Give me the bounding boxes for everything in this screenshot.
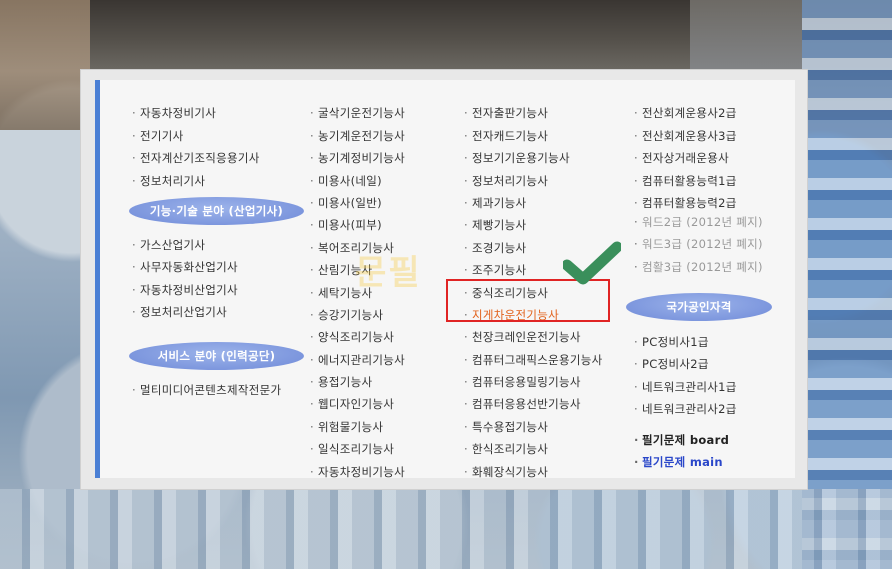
list-item[interactable]: · 전산회계운용사2급 — [634, 102, 737, 124]
list-item[interactable]: · 정보처리산업기사 — [132, 301, 238, 323]
list-item[interactable]: · 양식조리기능사 — [310, 326, 405, 348]
list-item[interactable]: · PC정비사1급 — [634, 331, 737, 353]
list-item[interactable]: · 미용사(네일) — [310, 170, 405, 192]
list-item[interactable]: · 제빵기능사 — [464, 214, 603, 236]
link-main[interactable]: · 필기문제 main — [634, 451, 729, 473]
list-item[interactable]: · PC정비사2급 — [634, 353, 737, 375]
list-item[interactable]: · 멀티미디어콘텐츠제작전문가 — [132, 379, 281, 401]
column-1-mid: · 가스산업기사 · 사무자동화산업기사 · 자동차정비산업기사 · 정보처리산업기사 — [132, 234, 238, 324]
list-item[interactable]: · 한식조리기능사 — [464, 438, 603, 460]
list-item[interactable]: · 승강기기능사 — [310, 304, 405, 326]
list-item-discontinued[interactable]: · 워드2급 (2012년 폐지) — [634, 211, 763, 233]
list-item[interactable]: · 굴삭기운전기능사 — [310, 102, 405, 124]
list-item[interactable]: · 특수용접기능사 — [464, 416, 603, 438]
list-item[interactable]: · 정보처리기능사 — [464, 170, 603, 192]
list-item[interactable]: · 제과기능사 — [464, 192, 603, 214]
list-item[interactable]: · 에너지관리기능사 — [310, 349, 405, 371]
list-item-partial — [634, 80, 737, 102]
list-item[interactable]: · 네트워크관리사1급 — [634, 376, 737, 398]
list-item[interactable]: · 자동차정비산업기사 — [132, 279, 238, 301]
list-item[interactable]: · 용접기능사 — [310, 371, 405, 393]
list-item[interactable]: · 자동차정비기사 — [132, 102, 260, 124]
checkmark-icon — [563, 241, 621, 285]
list-item[interactable]: · 웹디자인기능사 — [310, 393, 405, 415]
list-item[interactable]: · 네트워크관리사2급 — [634, 398, 737, 420]
list-item[interactable]: · 컴퓨터응용선반기능사 — [464, 393, 603, 415]
certification-list-panel: · 자동차정비기사 · 전기기사 · 전자계산기조직응용기사 · 정보처리기사 기능·기… — [80, 69, 808, 490]
link-board[interactable]: · 필기문제 board — [634, 429, 729, 451]
category-heading-industrial-engineer: 기능·기술 분야 (산업기사) — [129, 197, 304, 225]
list-item[interactable]: · 전자계산기조직응용기사 — [132, 147, 260, 169]
list-item[interactable]: · 자동차정비기능사 — [310, 461, 405, 478]
column-4-mid: · PC정비사1급 · PC정비사2급 · 네트워크관리사1급 · 네트워크관리사2급 — [634, 331, 737, 421]
list-item[interactable]: · 전자출판기능사 — [464, 102, 603, 124]
category-heading-service: 서비스 분야 (인력공단) — [129, 342, 304, 370]
list-item[interactable]: · 미용사(피부) — [310, 214, 405, 236]
list-item-partial — [310, 80, 405, 102]
column-1: · 자동차정비기사 · 전기기사 · 전자계산기조직응용기사 · 정보처리기사 — [132, 80, 260, 192]
list-item[interactable]: · 화훼장식기능사 — [464, 461, 603, 478]
column-1-bottom: · 멀티미디어콘텐츠제작전문가 — [132, 379, 281, 401]
list-item[interactable]: · 사무자동화산업기사 — [132, 256, 238, 278]
list-industrial-engineer: · 가스산업기사 · 사무자동화산업기사 · 자동차정비산업기사 · 정보처리산업기사 — [132, 234, 238, 324]
background-photo-boxes — [0, 0, 90, 130]
background-photo-water-bottles — [802, 0, 892, 569]
list-item[interactable]: · 미용사(일반) — [310, 192, 405, 214]
list-item[interactable]: · 전자캐드기능사 — [464, 125, 603, 147]
list-item[interactable]: · 천장크레인운전기능사 — [464, 326, 603, 348]
list-item[interactable]: · 농기계정비기능사 — [310, 147, 405, 169]
list-item[interactable]: · 농기계운전기능사 — [310, 125, 405, 147]
list-item-partial — [464, 80, 603, 102]
list-item[interactable]: · 전자상거래운용사 — [634, 147, 737, 169]
list-national-certified: · PC정비사1급 · PC정비사2급 · 네트워크관리사1급 · 네트워크관리사2급 — [634, 331, 737, 421]
list-item[interactable]: · 컴퓨터활용능력1급 — [634, 170, 737, 192]
list-item-discontinued[interactable]: · 컴활3급 (2012년 폐지) — [634, 256, 763, 278]
list-item[interactable]: · 위험물기능사 — [310, 416, 405, 438]
list-engineer: · 자동차정비기사 · 전기기사 · 전자계산기조직응용기사 · 정보처리기사 — [132, 80, 260, 192]
list-service: · 멀티미디어콘텐츠제작전문가 — [132, 379, 281, 401]
list-item-discontinued[interactable]: · 워드3급 (2012년 폐지) — [634, 233, 763, 255]
watermark-logo: 문필 — [355, 253, 422, 293]
column-4-discontinued: · 워드2급 (2012년 폐지) · 워드3급 (2012년 폐지) · 컴활3급 … — [634, 211, 763, 278]
list-item[interactable]: · 일식조리기능사 — [310, 438, 405, 460]
list-item[interactable]: · 가스산업기사 — [132, 234, 238, 256]
list-discontinued: · 워드2급 (2012년 폐지) · 워드3급 (2012년 폐지) · 컴활3급 … — [634, 211, 763, 278]
panel-content: · 자동차정비기사 · 전기기사 · 전자계산기조직응용기사 · 정보처리기사 기능·기… — [95, 80, 795, 478]
list-office: · 전산회계운용사2급 · 전산회계운용사3급 · 전자상거래운용사 · 컴퓨터활용능력… — [634, 80, 737, 214]
list-item[interactable]: · 컴퓨터응용밀링기능사 — [464, 371, 603, 393]
list-item-partial — [132, 80, 260, 102]
list-item[interactable]: · 전산회계운용사3급 — [634, 125, 737, 147]
list-item[interactable]: · 전기기사 — [132, 125, 260, 147]
list-item[interactable]: · 정보기기운용기능사 — [464, 147, 603, 169]
list-item[interactable]: · 컴퓨터그래픽스운용기능사 — [464, 349, 603, 371]
column-4: · 전산회계운용사2급 · 전산회계운용사3급 · 전자상거래운용사 · 컴퓨터활용능력… — [634, 80, 737, 214]
category-heading-national-certified: 국가공인자격 — [626, 293, 772, 321]
background-photo-top — [90, 0, 690, 70]
list-item[interactable]: · 정보처리기사 — [132, 170, 260, 192]
list-links: · 필기문제 board · 필기문제 main — [634, 429, 729, 474]
background-photo-bottom — [0, 489, 892, 569]
column-4-links: · 필기문제 board · 필기문제 main — [634, 429, 729, 474]
